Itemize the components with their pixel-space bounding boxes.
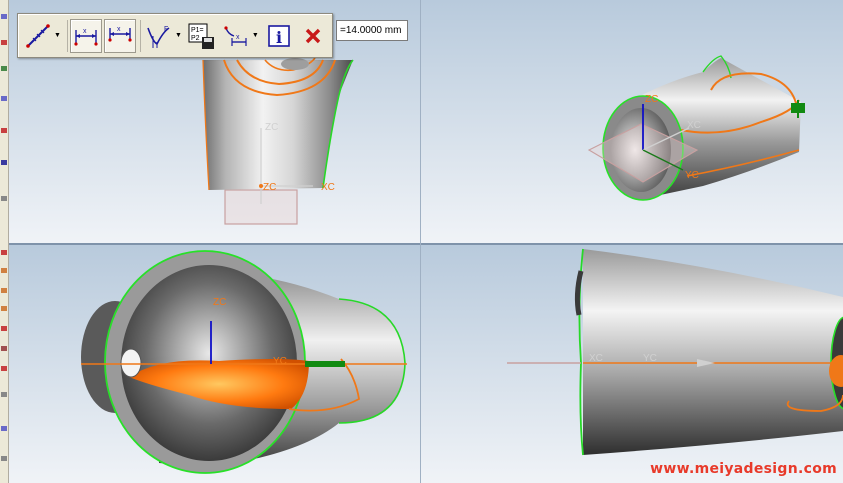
info-icon: i	[268, 24, 290, 47]
dimension-x-alt-icon: x	[108, 26, 132, 42]
horizontal-dimension-button[interactable]: x	[69, 18, 102, 53]
xc-label: XC	[589, 353, 603, 364]
svg-text:x: x	[83, 28, 87, 35]
selection-handle[interactable]	[305, 361, 345, 367]
viewport-bottom-left[interactable]: ZC YC	[9, 245, 421, 483]
toolbar-separator	[139, 19, 141, 52]
xc-label: XC	[687, 120, 701, 131]
info-button[interactable]: i	[263, 19, 295, 53]
viewport-top-right[interactable]: ZC XC YC	[421, 0, 843, 243]
measurement-readout: =14.0000 mm	[336, 20, 408, 41]
p1-p2-save-icon: P1= P2	[188, 23, 214, 49]
close-button[interactable]	[297, 19, 329, 53]
viewport-bottom-left-canvas[interactable]: ZC YC	[9, 245, 421, 483]
dimension-variant-dropdown[interactable]: ▼	[252, 32, 259, 39]
viewport-divider-horizontal[interactable]	[9, 243, 843, 245]
horizontal-dimension-alt-button[interactable]: x	[103, 18, 136, 53]
left-tool-strip[interactable]	[0, 0, 9, 483]
zc-label-ghost: ZC	[265, 122, 278, 133]
zc-label: ZC	[645, 94, 658, 105]
angle-measure-button[interactable]: F	[143, 19, 175, 53]
zc-label: ZC	[263, 182, 276, 193]
svg-text:x: x	[236, 34, 240, 41]
analysis-toolbar: ▼ x x F ▼ P1= P2 x ▼ i	[17, 13, 333, 58]
viewport-top-right-canvas[interactable]: ZC XC YC	[421, 0, 843, 243]
zc-label: ZC	[213, 297, 226, 308]
yc-label: YC	[273, 356, 287, 367]
dimension-x-icon: x	[74, 28, 98, 46]
dimension-variant-button[interactable]: x	[220, 19, 252, 53]
measure-distance-dropdown[interactable]: ▼	[54, 32, 61, 39]
yc-label: YC	[685, 170, 699, 181]
side-hole	[120, 348, 142, 378]
pipe-opening	[281, 58, 309, 70]
viewport-divider-vertical[interactable]	[420, 0, 421, 483]
svg-text:x: x	[117, 26, 121, 33]
svg-text:F: F	[164, 26, 168, 33]
measure-distance-button[interactable]	[22, 19, 54, 53]
point-to-point-save-button[interactable]: P1= P2	[186, 19, 218, 53]
angle-measure-dropdown[interactable]: ▼	[175, 32, 182, 39]
watermark-text: www.meiyadesign.com	[650, 461, 837, 477]
xc-label: XC	[321, 182, 335, 193]
angle-measure-icon: F	[147, 26, 170, 48]
toolbar-separator	[66, 19, 68, 52]
viewport-bottom-right[interactable]: XC YC	[421, 245, 843, 483]
yc-label: YC	[643, 353, 657, 364]
cad-application-window: ZC ZC XC ZC XC YC ZC YC XC YC ▼ x x F ▼ …	[0, 0, 843, 483]
dimension-variant-icon: x	[224, 25, 247, 46]
close-icon	[305, 28, 321, 43]
svg-text:i: i	[276, 28, 282, 47]
ruler-diagonal-icon	[26, 23, 50, 48]
viewport-bottom-right-canvas[interactable]: XC YC	[421, 245, 843, 483]
p1-label: P1=	[191, 27, 204, 34]
p2-label: P2	[191, 35, 200, 42]
